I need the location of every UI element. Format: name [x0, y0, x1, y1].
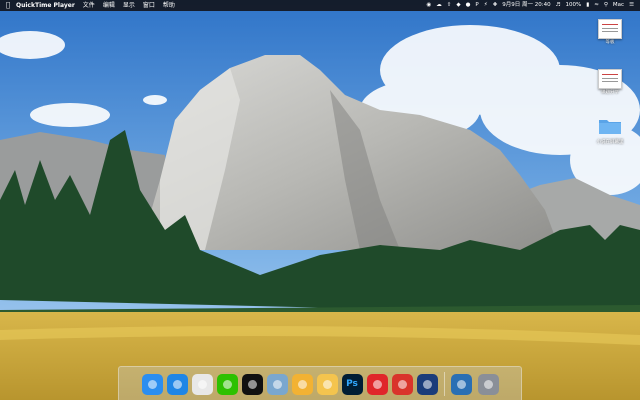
- dock-separator: [443, 372, 445, 396]
- folder-icon: [599, 120, 621, 134]
- record-icon[interactable]: ◉: [426, 0, 431, 11]
- wechat-icon[interactable]: [216, 373, 238, 395]
- app-menu-quicktime[interactable]: QuickTime Player: [16, 0, 75, 11]
- netease-music-icon[interactable]: [366, 373, 388, 395]
- menu-window[interactable]: 窗口: [143, 0, 155, 11]
- paypal-icon[interactable]: P: [475, 0, 478, 11]
- battery-icon[interactable]: ▮: [586, 0, 589, 11]
- dock-icon-glyph: [297, 379, 307, 389]
- desktop:  QuickTime Player 文件 编辑 显示 窗口 帮助 ◉ ☁ ⇧ …: [0, 0, 640, 400]
- menu-file[interactable]: 文件: [83, 0, 95, 11]
- dock-icon-glyph: [247, 379, 257, 389]
- upload-icon[interactable]: ⇧: [447, 0, 452, 11]
- pen-icon[interactable]: [316, 373, 338, 395]
- wallpaper-el-capitan: [0, 0, 640, 400]
- video-player-icon[interactable]: [416, 373, 438, 395]
- dock-icon-glyph: [147, 379, 157, 389]
- desktop-item-folder[interactable]: 小说在屏幕里: [590, 117, 630, 146]
- dock-icon-glyph: [372, 379, 382, 389]
- quicktime-icon[interactable]: [450, 373, 472, 395]
- dock-icon-glyph: [272, 379, 282, 389]
- status-area: ◉ ☁ ⇧ ◆ ● P ⚡ ✚ 9月9日 周一 20:40 ♬ 100% ▮ ≈…: [426, 0, 634, 11]
- menu-view[interactable]: 显示: [123, 0, 135, 11]
- clock-text[interactable]: 9月9日 周一 20:40: [502, 0, 550, 11]
- dock-icon-glyph: [197, 379, 207, 389]
- sound-icon[interactable]: ♬: [556, 0, 561, 11]
- cross-icon[interactable]: ✚: [493, 0, 498, 11]
- document-icon: [598, 69, 622, 89]
- dock-icon-glyph: [322, 379, 332, 389]
- dock-apps: Ps: [141, 373, 438, 395]
- dock-icon-glyph: [456, 379, 466, 389]
- menu-edit[interactable]: 编辑: [103, 0, 115, 11]
- battery-percent[interactable]: 100%: [566, 0, 582, 11]
- chrome-icon[interactable]: [191, 373, 213, 395]
- desktop-item-label: 课题分享: [601, 90, 619, 95]
- user-name[interactable]: Mac: [613, 0, 624, 11]
- dock-icon-glyph: [222, 379, 232, 389]
- safari-icon[interactable]: [166, 373, 188, 395]
- qq-penguin-icon[interactable]: [241, 373, 263, 395]
- dock-icon-glyph: [172, 379, 182, 389]
- cat-icon[interactable]: ◆: [456, 0, 460, 11]
- wechat-status-icon[interactable]: ●: [466, 0, 471, 11]
- trash-icon[interactable]: [477, 373, 499, 395]
- menu-bar:  QuickTime Player 文件 编辑 显示 窗口 帮助 ◉ ☁ ⇧ …: [0, 0, 640, 11]
- dock-icon-label: Ps: [346, 379, 358, 389]
- dock-icon-glyph: [422, 379, 432, 389]
- preview-icon[interactable]: [266, 373, 288, 395]
- notes-app-icon[interactable]: [291, 373, 313, 395]
- apple-menu-icon[interactable]: : [0, 0, 16, 11]
- desktop-item-doc-2[interactable]: 课题分享: [590, 69, 630, 96]
- dock: Ps: [118, 366, 522, 400]
- finder-icon[interactable]: [141, 373, 163, 395]
- notification-center-icon[interactable]: ☰: [629, 0, 634, 11]
- desktop-item-label: 等板: [605, 40, 615, 45]
- screen-recorder-icon[interactable]: [391, 373, 413, 395]
- desktop-item-label: 小说在屏幕里: [596, 140, 624, 145]
- search-icon[interactable]: ⚲: [604, 0, 608, 11]
- dock-right: [450, 373, 499, 395]
- menu-help[interactable]: 帮助: [163, 0, 175, 11]
- wifi-icon[interactable]: ≈: [594, 0, 599, 11]
- dock-icon-glyph: [397, 379, 407, 389]
- photoshop-icon[interactable]: Ps: [341, 373, 363, 395]
- desktop-item-doc-1[interactable]: 等板: [590, 19, 630, 46]
- bolt-icon[interactable]: ⚡: [484, 0, 488, 11]
- dock-icon-glyph: [483, 379, 493, 389]
- cloud-icon[interactable]: ☁: [436, 0, 442, 11]
- document-icon: [598, 19, 622, 39]
